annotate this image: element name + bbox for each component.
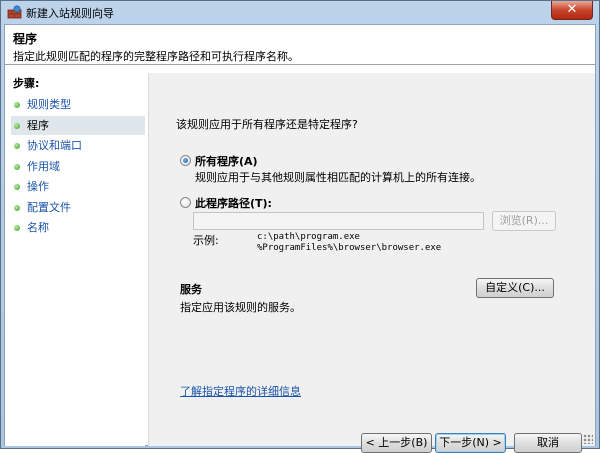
close-button[interactable]: ✕: [551, 1, 593, 20]
step-action[interactable]: 操作: [11, 177, 145, 196]
example-label: 示例:: [193, 234, 219, 247]
question-text: 该规则应用于所有程序还是特定程序?: [176, 118, 358, 131]
step-label: 程序: [27, 119, 49, 132]
step-bullet-icon: [14, 164, 20, 170]
client-area: 程序 指定此规则匹配的程序的完整程序路径和可执行程序名称。 步骤: 规则类型 程…: [4, 24, 596, 453]
services-description: 指定应用该规则的服务。: [180, 301, 301, 314]
this-program-radio[interactable]: [180, 197, 191, 208]
step-bullet-icon: [14, 143, 20, 149]
all-programs-label[interactable]: 所有程序(A): [195, 153, 258, 169]
step-label: 名称: [27, 221, 49, 234]
title-bar[interactable]: 新建入站规则向导 ✕: [1, 1, 599, 23]
customize-button[interactable]: 自定义(C)...: [476, 278, 554, 298]
step-profile[interactable]: 配置文件: [11, 198, 145, 217]
step-bullet-icon: [14, 205, 20, 211]
step-label: 协议和端口: [27, 139, 82, 152]
step-label: 规则类型: [27, 98, 71, 111]
step-label: 配置文件: [27, 201, 71, 214]
resize-grip[interactable]: [583, 434, 593, 444]
step-label: 作用域: [27, 160, 60, 173]
back-button[interactable]: < 上一步(B): [361, 433, 432, 453]
next-button[interactable]: 下一步(N) >: [435, 433, 506, 453]
step-program[interactable]: 程序: [11, 116, 145, 135]
step-scope[interactable]: 作用域: [11, 157, 145, 176]
page-description: 指定此规则匹配的程序的完整程序路径和可执行程序名称。: [13, 50, 299, 63]
steps-title: 步骤:: [13, 77, 40, 90]
step-protocol-ports[interactable]: 协议和端口: [11, 136, 145, 155]
window-title: 新建入站规则向导: [26, 7, 114, 20]
wizard-window: 新建入站规则向导 ✕ 程序 指定此规则匹配的程序的完整程序路径和可执行程序名称。…: [0, 0, 600, 453]
step-name[interactable]: 名称: [11, 218, 145, 237]
step-bullet-icon: [14, 123, 20, 129]
services-title: 服务: [180, 283, 202, 296]
program-path-input[interactable]: [193, 212, 484, 230]
page-header: 程序 指定此规则匹配的程序的完整程序路径和可执行程序名称。: [5, 25, 595, 65]
step-rule-type[interactable]: 规则类型: [11, 95, 145, 114]
this-program-label[interactable]: 此程序路径(T):: [195, 195, 272, 211]
cancel-button[interactable]: 取消: [514, 433, 582, 453]
page-title: 程序: [13, 32, 38, 46]
example-path-2: %ProgramFiles%\browser\browser.exe: [257, 243, 442, 253]
steps-pane: 步骤: 规则类型 程序 协议和端口 作用域 操作 配置文件 名称: [5, 73, 145, 446]
step-bullet-icon: [14, 184, 20, 190]
all-programs-description: 规则应用于与其他规则属性相匹配的计算机上的所有连接。: [195, 171, 481, 184]
content-pane: 该规则应用于所有程序还是特定程序? 所有程序(A) 规则应用于与其他规则属性相匹…: [148, 73, 595, 453]
learn-more-link[interactable]: 了解指定程序的详细信息: [180, 383, 301, 399]
step-bullet-icon: [14, 102, 20, 108]
example-paths: c:\path\program.exe %ProgramFiles%\brows…: [257, 232, 441, 254]
close-icon: ✕: [566, 2, 578, 17]
browse-button[interactable]: 浏览(R)...: [492, 211, 556, 231]
step-bullet-icon: [14, 225, 20, 231]
example-path-1: c:\path\program.exe: [257, 232, 360, 242]
firewall-icon: [7, 5, 22, 19]
all-programs-radio[interactable]: [180, 155, 191, 166]
step-label: 操作: [27, 180, 49, 193]
